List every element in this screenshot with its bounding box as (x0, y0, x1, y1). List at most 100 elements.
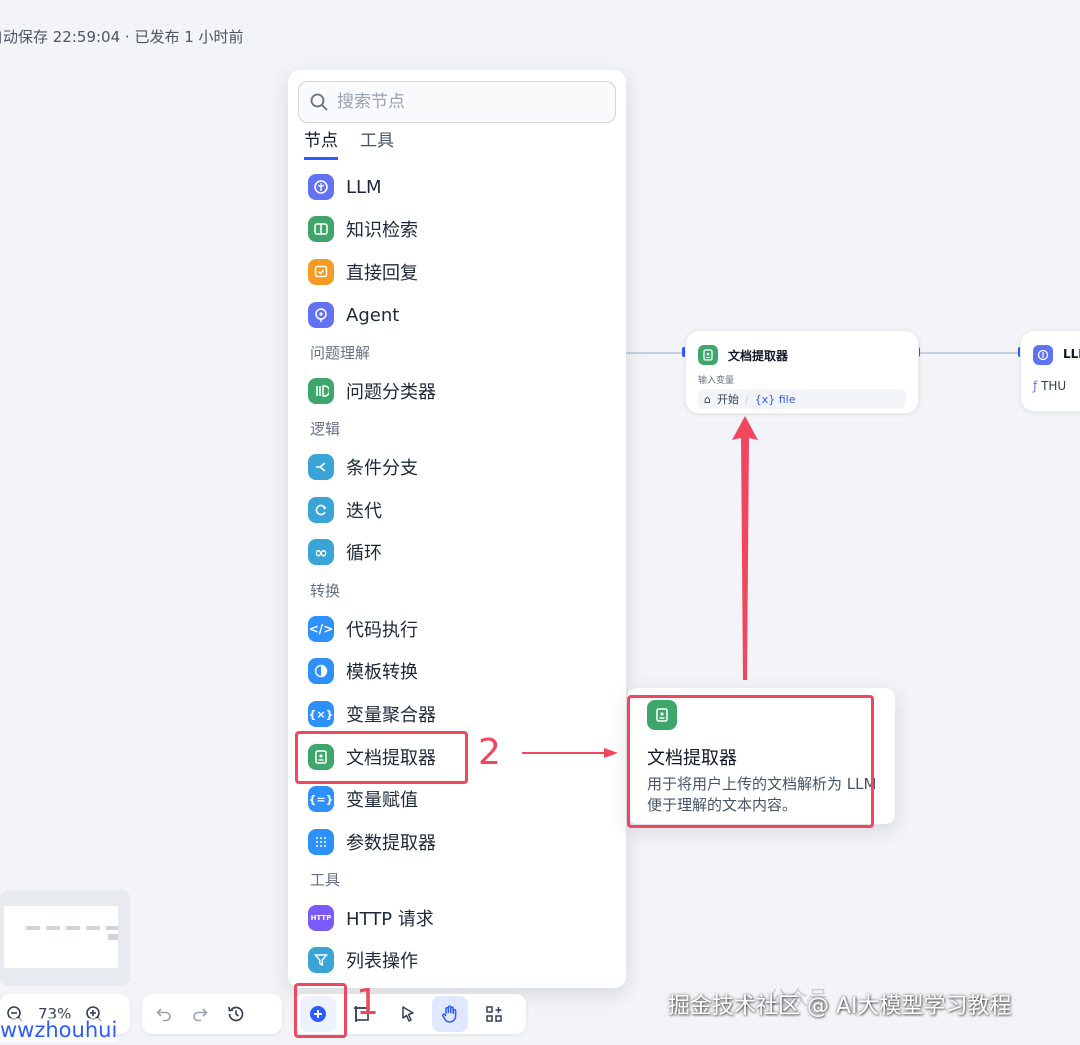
node-item-if-else[interactable]: 条件分支 (302, 448, 612, 486)
history-button[interactable] (218, 996, 254, 1032)
node-item-variable-aggregator[interactable]: {×} 变量聚合器 (302, 695, 612, 733)
minimap[interactable] (0, 890, 130, 986)
book-icon (308, 216, 334, 242)
node-item-label: LLM (346, 176, 382, 198)
undo-icon (156, 1008, 171, 1022)
var-name: {x} file (754, 392, 796, 406)
organize-button[interactable] (476, 996, 512, 1032)
node-item-template[interactable]: 模板转换 (302, 652, 612, 690)
layout-grid-icon (486, 1006, 502, 1022)
group-heading-tools: 工具 (310, 871, 341, 889)
search-box[interactable] (298, 81, 616, 123)
search-icon (310, 93, 328, 111)
minimap-nodes (26, 926, 118, 930)
loop-icon: ∞ (308, 539, 334, 565)
watermark-right: 掘金技术社区 @ AI大模型学习教程 (668, 994, 1012, 1019)
node-input-variable[interactable]: ⌂ 开始 / {x} file (698, 389, 906, 409)
annotation-box-tooltip (627, 695, 874, 828)
annotation-arrow-up (732, 416, 758, 680)
group-heading-question: 问题理解 (310, 344, 371, 362)
template-icon (308, 658, 334, 684)
code-icon: </> (308, 616, 334, 642)
node-input-label: 输入变量 (698, 376, 735, 386)
edge-doc-extractor-to-llm (918, 352, 1022, 354)
node-item-label: 参数提取器 (346, 833, 436, 854)
annotation-box-doc-extractor (295, 731, 468, 784)
classifier-icon (308, 378, 334, 404)
node-item-label: 迭代 (346, 501, 382, 522)
tab-tools[interactable]: 工具 (360, 126, 394, 160)
tab-nodes[interactable]: 节点 (304, 126, 338, 160)
annotation-arrow-right (522, 748, 618, 758)
node-item-http-request[interactable]: HTTP HTTP 请求 (302, 899, 612, 937)
group-heading-transform: 转换 (310, 582, 341, 600)
node-item-label: 问题分类器 (346, 382, 436, 403)
node-item-label: 代码执行 (346, 620, 418, 641)
doc-extractor-icon (698, 345, 718, 365)
llm-node[interactable]: LLM ƒ THU (1020, 330, 1080, 412)
node-item-label: 模板转换 (346, 662, 418, 683)
node-item-knowledge-retrieval[interactable]: 知识检索 (302, 210, 612, 248)
node-item-iteration[interactable]: 迭代 (302, 491, 612, 529)
autosave-status: 自动保存 22:59:04 · 已发布 1 小时前 (0, 28, 244, 46)
watermark-left: wwzhouhui (0, 1018, 118, 1042)
pointer-icon (402, 1006, 414, 1022)
node-item-llm[interactable]: LLM (302, 168, 612, 206)
redo-button[interactable] (182, 996, 218, 1032)
llm-icon (1033, 345, 1053, 365)
agent-icon (308, 302, 334, 328)
node-item-question-classifier[interactable]: 问题分类器 (302, 372, 612, 410)
filter-icon (308, 947, 334, 973)
node-selector-panel: 节点 工具 LLM 知识检索 直接回复 Agent 问题理解 问题分类器 逻辑 … (288, 70, 626, 988)
home-icon: ⌂ (704, 392, 711, 406)
edge-into-doc-extractor (626, 352, 684, 354)
node-item-label: 变量赋值 (346, 790, 418, 811)
annotation-number-1: 1 (356, 982, 379, 1023)
history-icon (228, 1006, 244, 1022)
redo-icon (193, 1008, 208, 1022)
node-item-variable-assigner[interactable]: {=} 变量赋值 (302, 780, 612, 818)
history-toolbar (142, 994, 282, 1034)
param-extractor-icon (308, 829, 334, 855)
llm-var-text: THU (1041, 379, 1067, 393)
node-item-label: 直接回复 (346, 263, 418, 284)
http-icon: HTTP (308, 905, 334, 931)
node-item-label: 变量聚合器 (346, 705, 436, 726)
node-item-label: Agent (346, 304, 400, 326)
llm-node-var: ƒ THU (1033, 379, 1066, 393)
search-input[interactable] (335, 91, 599, 113)
node-item-label: 条件分支 (346, 458, 418, 479)
doc-extractor-node[interactable]: 文档提取器 输入变量 ⌂ 开始 / {x} file (685, 330, 919, 414)
panel-tabs: 节点 工具 (304, 126, 394, 160)
pointer-mode-button[interactable] (390, 996, 426, 1032)
function-icon: ƒ (1033, 379, 1038, 393)
node-item-agent[interactable]: Agent (302, 296, 612, 334)
minimap-viewport (4, 906, 118, 968)
node-item-label: 知识检索 (346, 220, 418, 241)
node-item-loop[interactable]: ∞ 循环 (302, 533, 612, 571)
node-title: 文档提取器 (728, 349, 789, 363)
node-item-list-operator[interactable]: 列表操作 (302, 941, 612, 979)
undo-button[interactable] (146, 996, 182, 1032)
hand-mode-button[interactable] (432, 996, 468, 1032)
group-heading-logic: 逻辑 (310, 420, 341, 438)
node-item-label: 循环 (346, 543, 382, 564)
node-item-label: HTTP 请求 (346, 909, 434, 930)
llm-node-title: LLM (1063, 347, 1080, 361)
annotation-box-add-node (294, 983, 347, 1038)
node-item-direct-reply[interactable]: 直接回复 (302, 253, 612, 291)
node-item-label: 列表操作 (346, 951, 418, 972)
iterate-icon (308, 497, 334, 523)
aggregator-icon: {×} (308, 701, 334, 727)
node-item-parameter-extractor[interactable]: 参数提取器 (302, 823, 612, 861)
node-item-code[interactable]: </> 代码执行 (302, 610, 612, 648)
var-source: 开始 (716, 393, 739, 406)
annotation-number-2: 2 (478, 732, 501, 773)
hand-icon (442, 1005, 457, 1023)
reply-icon (308, 259, 334, 285)
assign-icon: {=} (308, 786, 334, 812)
llm-icon (308, 174, 334, 200)
minimap-node (108, 934, 118, 940)
branch-icon (308, 454, 334, 480)
var-separator: / (744, 392, 749, 406)
